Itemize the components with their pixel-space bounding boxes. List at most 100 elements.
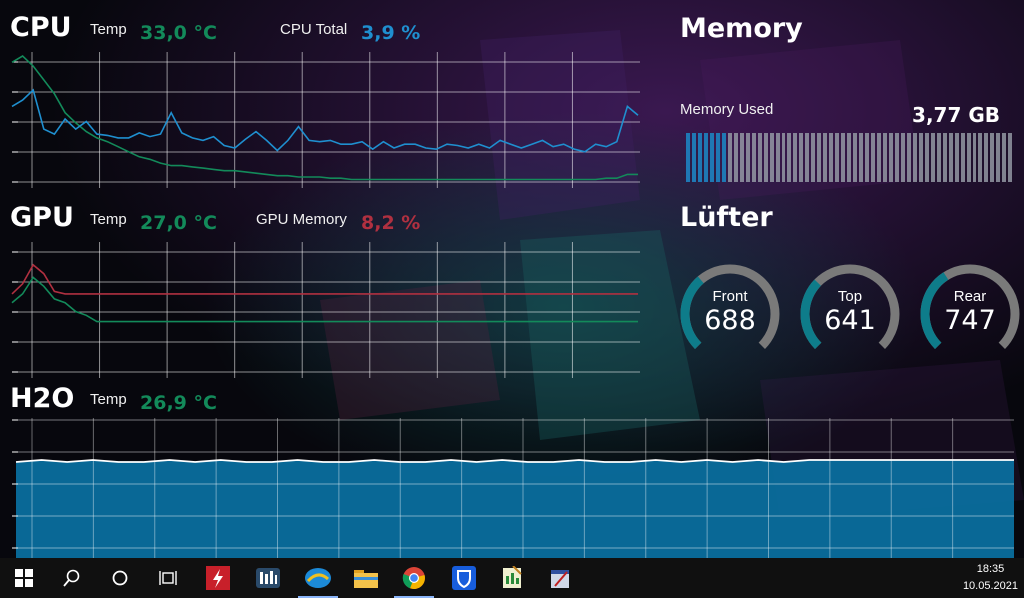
h2o-temp-value: 26,9 °C (140, 392, 217, 414)
fan-name: Front (712, 288, 748, 305)
memory-bar-segment-free (769, 133, 774, 182)
memory-bar-segment-free (847, 133, 852, 182)
fan-name: Top (837, 288, 863, 305)
app-bitwarden[interactable] (440, 558, 488, 598)
memory-bar-segment-free (823, 133, 828, 182)
gpu-memory-value: 8,2 % (361, 212, 421, 234)
memory-bar-segment-free (894, 133, 899, 182)
memory-bar-segment-free (745, 133, 750, 182)
memory-used-value: 3,77 GB (912, 103, 1000, 127)
memory-bar-segment-free (984, 133, 989, 182)
series-line-1 (11, 263, 638, 295)
start-button[interactable] (0, 558, 48, 598)
cpu-total-label: CPU Total (280, 21, 348, 38)
memory-bar-segment-free (900, 133, 905, 182)
chrome-icon (402, 567, 425, 590)
gpu-memory-label: GPU Memory (256, 211, 347, 228)
windows-logo-icon (15, 569, 33, 587)
h2o-temp-label: Temp (90, 391, 127, 408)
lightning-app-icon (206, 566, 230, 590)
memory-bar-segment-free (775, 133, 780, 182)
app-chrome[interactable] (390, 558, 438, 598)
fans-title: Lüfter (680, 202, 773, 233)
taskbar: 18:35 10.05.2021 (0, 558, 1024, 598)
memory-bar-segment-free (865, 133, 870, 182)
memory-title: Memory (680, 13, 803, 44)
memory-bar-segment-free (906, 133, 911, 182)
cortana-button[interactable] (96, 558, 144, 598)
memory-bar-segment-free (972, 133, 977, 182)
app-red-lightning[interactable] (194, 558, 242, 598)
search-button[interactable] (48, 558, 96, 598)
memory-bar-segment-free (942, 133, 947, 182)
memory-bar-segment-free (787, 133, 792, 182)
memory-bar-segment-free (727, 133, 732, 182)
app-notepad[interactable] (488, 558, 536, 598)
memory-bar-segment-free (781, 133, 786, 182)
editor-icon (551, 570, 569, 588)
app-file-explorer[interactable] (342, 558, 390, 598)
memory-bar-segment-free (918, 133, 923, 182)
task-view-icon (159, 571, 177, 585)
memory-bar-segment-free (888, 133, 893, 182)
fan-gauge-front: Front 688 (679, 263, 781, 365)
memory-bar-segment-free (829, 133, 834, 182)
memory-bar-segment-used (721, 133, 726, 182)
memory-bar-segment-free (996, 133, 1001, 182)
app-cloud-sync[interactable] (294, 558, 342, 598)
memory-used-label: Memory Used (680, 101, 774, 118)
memory-bar-segment-free (751, 133, 756, 182)
memory-bar-segment-free (757, 133, 762, 182)
notepad-icon (503, 566, 522, 588)
app-editor[interactable] (536, 558, 584, 598)
memory-bar-segment-free (799, 133, 804, 182)
series-line-0 (11, 55, 638, 181)
memory-bar-segment-free (924, 133, 929, 182)
cpu-total-value: 3,9 % (361, 22, 421, 44)
memory-bar-segment-free (960, 133, 965, 182)
memory-bar-segment-used (691, 133, 696, 182)
system-clock[interactable]: 18:35 10.05.2021 (963, 561, 1018, 595)
memory-bar-segment-free (882, 133, 887, 182)
gpu-temp-value: 27,0 °C (140, 212, 217, 234)
memory-bar-segment-free (877, 133, 881, 182)
memory-bar-segment-free (966, 133, 971, 182)
clock-time: 18:35 (976, 563, 1005, 575)
fan-rpm-value: 688 (704, 305, 756, 336)
series-line-1 (11, 88, 639, 153)
memory-bar-segment-free (853, 133, 858, 182)
cpu-temp-value: 33,0 °C (140, 22, 217, 44)
meter-app-icon (256, 568, 280, 588)
series-line-0 (11, 276, 638, 323)
memory-bar-segment-free (835, 133, 840, 182)
fan-rpm-value: 747 (944, 305, 996, 336)
h2o-chart (12, 418, 1014, 558)
memory-bar-segment-free (912, 133, 917, 182)
memory-bar-segment-used (709, 133, 714, 182)
memory-bar-segment-free (948, 133, 953, 182)
task-view-button[interactable] (144, 558, 192, 598)
gpu-chart (11, 242, 640, 378)
memory-bar-segment-free (978, 133, 983, 182)
circle-icon (112, 570, 128, 586)
memory-bar-segment-free (930, 133, 935, 182)
memory-bar-segment-free (954, 133, 959, 182)
memory-bar-segment-free (871, 133, 875, 182)
memory-bar-segment-used (715, 133, 720, 182)
memory-bar-segment-free (817, 133, 822, 182)
folder-icon (354, 570, 378, 588)
cpu-title: CPU (10, 12, 72, 43)
app-meter[interactable] (244, 558, 292, 598)
memory-bar-segment-free (739, 133, 744, 182)
memory-bar-segment-used (703, 133, 708, 182)
memory-bar-segment-free (841, 133, 846, 182)
gpu-temp-label: Temp (90, 211, 127, 228)
memory-bar-segment-free (805, 133, 810, 182)
memory-bar-segment-free (990, 133, 995, 182)
memory-bar-segment-free (859, 133, 864, 182)
fan-gauge-top: Top 641 (799, 263, 901, 365)
search-icon (63, 569, 80, 587)
fan-gauge-rear: Rear 747 (919, 263, 1021, 365)
area-fill (16, 460, 1014, 558)
cpu-chart (11, 52, 640, 188)
